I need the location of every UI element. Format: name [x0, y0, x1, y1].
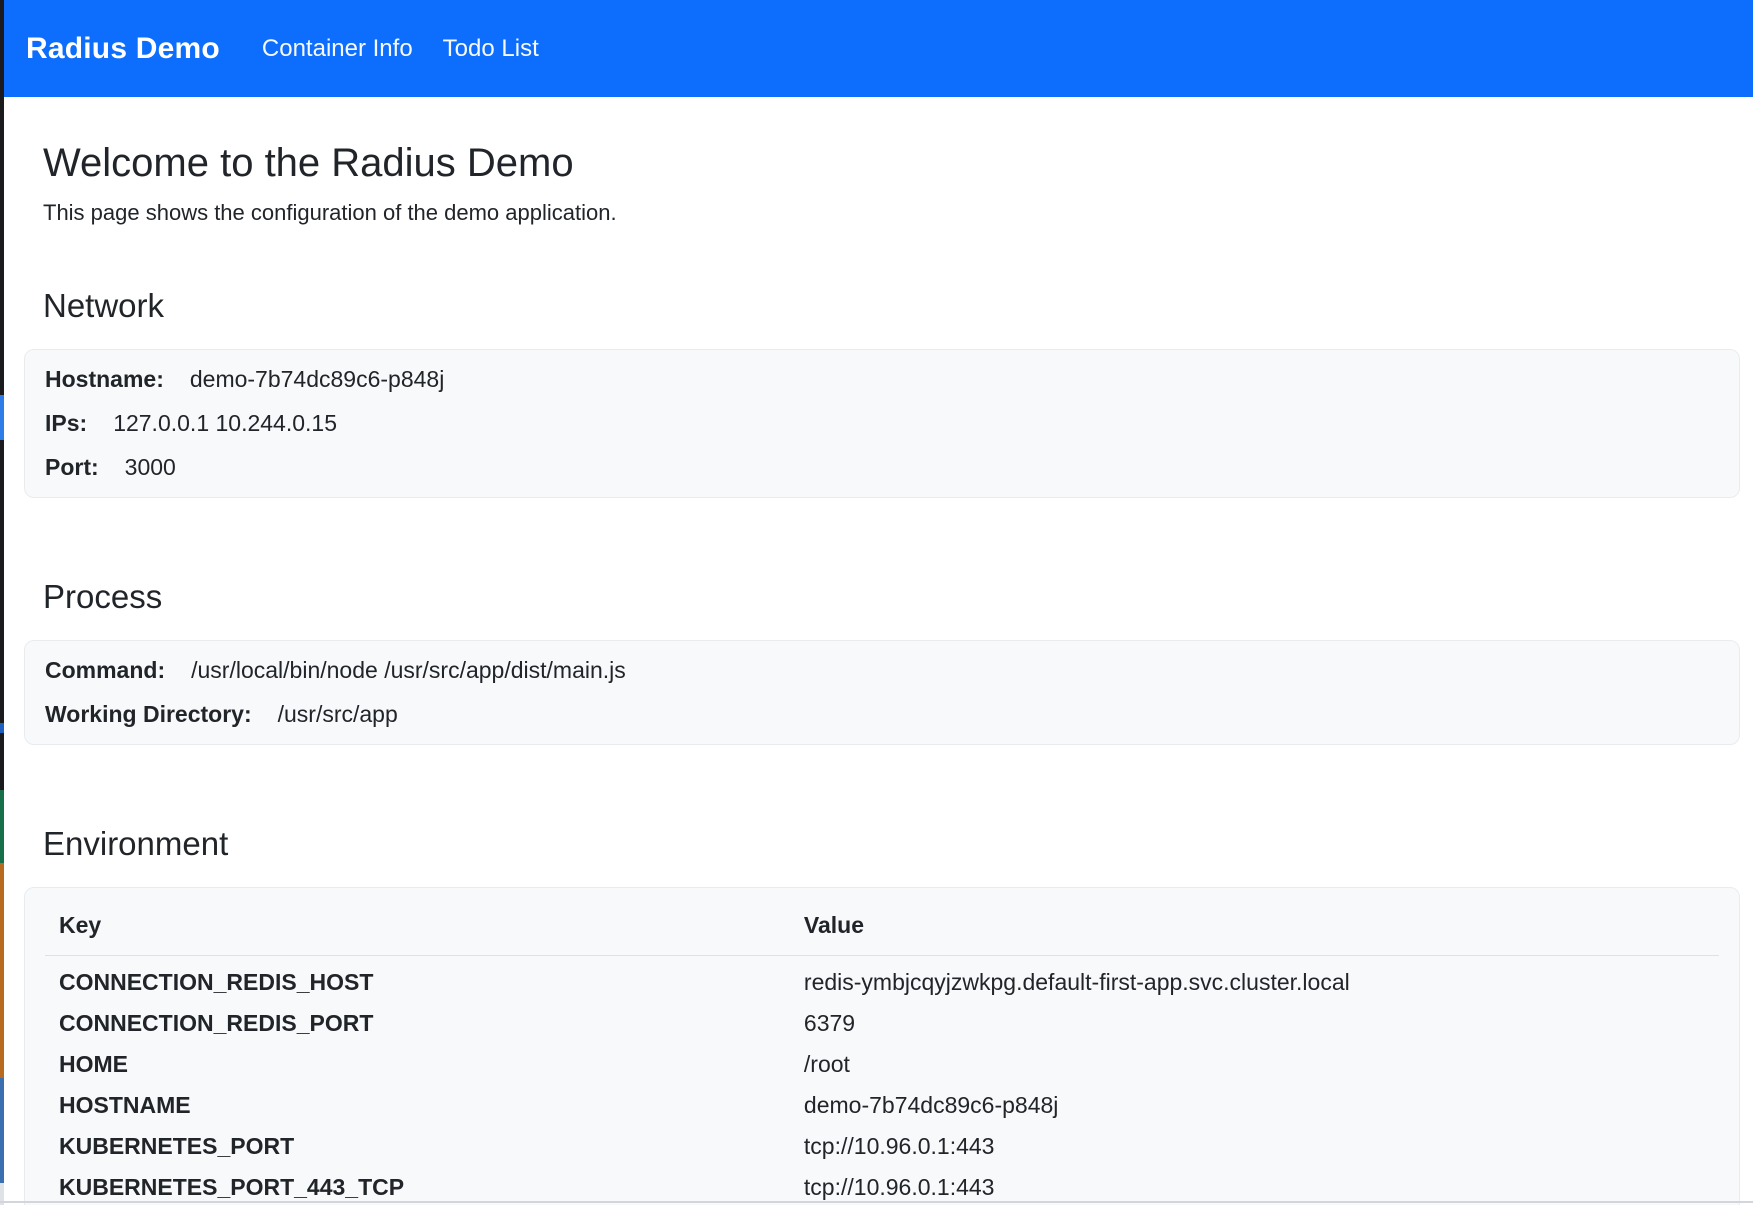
- table-row: CONNECTION_REDIS_HOST redis-ymbjcqyjzwkp…: [45, 956, 1719, 1004]
- process-card: Command: /usr/local/bin/node /usr/src/app…: [24, 640, 1740, 745]
- config-row-port: Port: 3000: [45, 452, 1719, 483]
- viewport-bottom-hairline: [0, 1201, 1753, 1203]
- command-value: /usr/local/bin/node /usr/src/app/dist/ma…: [191, 657, 626, 683]
- hostname-label: Hostname:: [45, 366, 164, 392]
- env-value: tcp://10.96.0.1:443: [790, 1126, 1719, 1167]
- env-value: /root: [790, 1044, 1719, 1085]
- config-row-ips: IPs: 127.0.0.1 10.244.0.15: [45, 408, 1719, 439]
- env-key: CONNECTION_REDIS_PORT: [45, 1003, 790, 1044]
- table-row: HOME /root: [45, 1044, 1719, 1085]
- env-value: demo-7b74dc89c6-p848j: [790, 1085, 1719, 1126]
- page-title: Welcome to the Radius Demo: [43, 139, 1740, 187]
- network-heading: Network: [43, 285, 1740, 327]
- config-row-command: Command: /usr/local/bin/node /usr/src/app…: [45, 655, 1719, 686]
- table-row: KUBERNETES_PORT tcp://10.96.0.1:443: [45, 1126, 1719, 1167]
- env-column-header-value: Value: [790, 902, 1719, 956]
- env-key: KUBERNETES_PORT: [45, 1126, 790, 1167]
- env-key: CONNECTION_REDIS_HOST: [45, 956, 790, 1004]
- sliver-segment-blue: [0, 1078, 4, 1183]
- sliver-segment-orange: [0, 863, 4, 1078]
- env-key: KUBERNETES_PORT_443_TCP: [45, 1167, 790, 1205]
- environment-table-header-row: Key Value: [45, 902, 1719, 956]
- sliver-segment-blue: [0, 723, 4, 733]
- process-heading: Process: [43, 576, 1740, 618]
- main-content: Welcome to the Radius Demo This page sho…: [4, 97, 1753, 1205]
- ips-label: IPs:: [45, 410, 87, 436]
- table-row: CONNECTION_REDIS_PORT 6379: [45, 1003, 1719, 1044]
- environment-heading: Environment: [43, 823, 1740, 865]
- env-value: 6379: [790, 1003, 1719, 1044]
- command-label: Command:: [45, 657, 165, 683]
- env-key: HOSTNAME: [45, 1085, 790, 1126]
- app-window: Radius Demo Container Info Todo List Wel…: [4, 0, 1753, 1205]
- navbar-brand[interactable]: Radius Demo: [26, 32, 220, 66]
- port-value: 3000: [125, 454, 176, 480]
- table-row: HOSTNAME demo-7b74dc89c6-p848j: [45, 1085, 1719, 1126]
- nav-link-container-info[interactable]: Container Info: [262, 35, 413, 63]
- table-row: KUBERNETES_PORT_443_TCP tcp://10.96.0.1:…: [45, 1167, 1719, 1205]
- page-subtitle: This page shows the configuration of the…: [43, 197, 1740, 229]
- background-window-sliver: [0, 0, 4, 1205]
- navbar: Radius Demo Container Info Todo List: [4, 0, 1753, 97]
- port-label: Port:: [45, 454, 99, 480]
- env-value: tcp://10.96.0.1:443: [790, 1167, 1719, 1205]
- env-key: HOME: [45, 1044, 790, 1085]
- network-card: Hostname: demo-7b74dc89c6-p848j IPs: 127.0…: [24, 349, 1740, 498]
- environment-card: Key Value CONNECTION_REDIS_HOST redis-ym…: [24, 887, 1740, 1205]
- sliver-segment-green: [0, 790, 4, 863]
- ips-value: 127.0.0.1 10.244.0.15: [113, 410, 337, 436]
- env-column-header-key: Key: [45, 902, 790, 956]
- hostname-value: demo-7b74dc89c6-p848j: [190, 366, 444, 392]
- working-directory-value: /usr/src/app: [278, 701, 398, 727]
- environment-table: Key Value CONNECTION_REDIS_HOST redis-ym…: [45, 902, 1719, 1205]
- config-row-working-directory: Working Directory: /usr/src/app: [45, 699, 1719, 730]
- nav-link-todo-list[interactable]: Todo List: [443, 35, 539, 63]
- config-row-hostname: Hostname: demo-7b74dc89c6-p848j: [45, 364, 1719, 395]
- sliver-segment-blue: [0, 395, 4, 440]
- working-directory-label: Working Directory:: [45, 701, 252, 727]
- env-value: redis-ymbjcqyjzwkpg.default-first-app.sv…: [790, 956, 1719, 1004]
